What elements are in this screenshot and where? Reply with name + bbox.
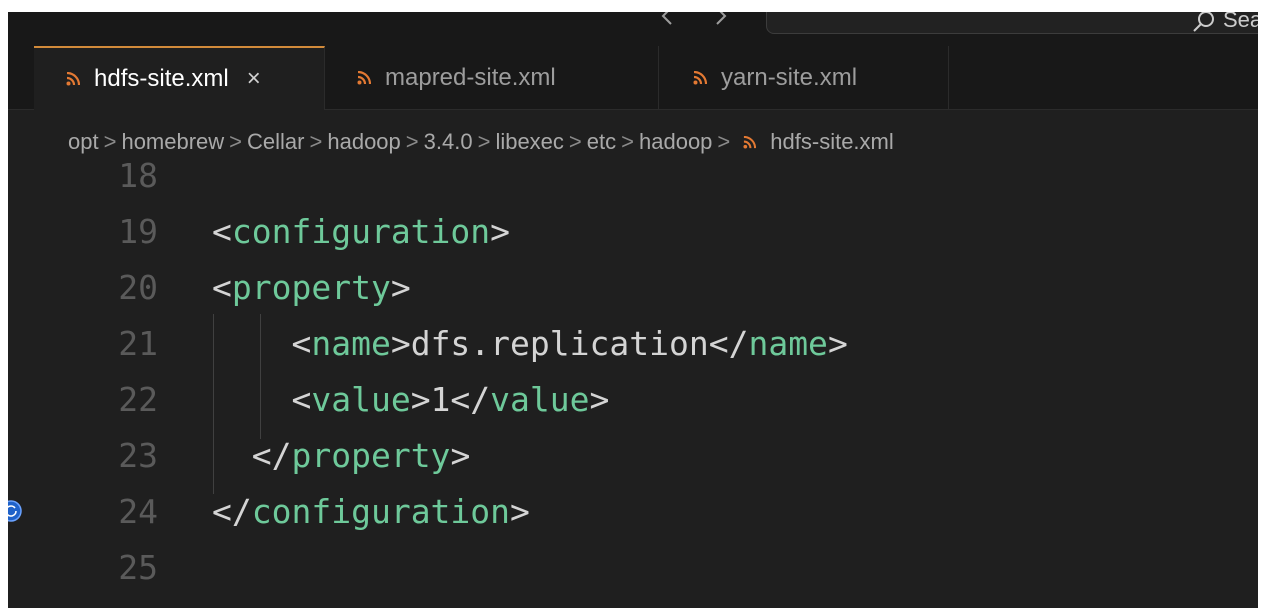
search-label: Sea [1223, 12, 1258, 32]
rss-xml-icon [743, 135, 757, 149]
tab-label: hdfs-site.xml [94, 65, 229, 92]
tab-label: yarn-site.xml [721, 64, 858, 91]
code-text: <configuration> [212, 204, 510, 260]
breadcrumb-item[interactable]: 3.4.0 [424, 129, 473, 155]
line-number: 24 [118, 492, 158, 531]
editor-tab-bar: hdfs-site.xml × mapred-site.xml yarn-sit… [8, 46, 1258, 110]
xml-punctuation: </ [212, 436, 292, 475]
rss-xml-icon [693, 71, 707, 85]
xml-tag-name: value [490, 380, 590, 419]
xml-tag-name: name [748, 324, 828, 363]
code-text: <value>1</value> [212, 372, 609, 428]
code-text: <property> [212, 260, 411, 316]
code-text: <name>dfs.replication</name> [212, 316, 848, 372]
xml-tag-name: property [291, 436, 451, 475]
xml-punctuation: > [510, 492, 530, 531]
line-number: 22 [118, 380, 158, 419]
rss-xml-icon [357, 71, 371, 85]
xml-tag-name: name [311, 324, 391, 363]
line-number: 20 [118, 268, 158, 307]
code-text: </configuration> [212, 484, 530, 540]
chevron-right-icon: > [477, 129, 491, 154]
xml-punctuation: < [212, 324, 312, 363]
chevron-right-icon: > [229, 129, 243, 154]
tab-mapred-site[interactable]: mapred-site.xml [325, 46, 659, 110]
xml-punctuation: > [390, 268, 411, 307]
xml-punctuation: </ [212, 492, 252, 531]
xml-punctuation: < [212, 268, 232, 307]
xml-punctuation: < [212, 380, 312, 419]
chevron-right-icon: > [309, 129, 323, 154]
xml-tag-name: value [311, 380, 411, 419]
arrow-left-icon[interactable] [656, 12, 680, 28]
xml-punctuation: >dfs.replication</ [390, 324, 749, 363]
tab-hdfs-site[interactable]: hdfs-site.xml × [34, 46, 325, 110]
chevron-right-icon: > [717, 129, 731, 154]
breadcrumb-item[interactable]: libexec [495, 129, 563, 155]
breadcrumb-item[interactable]: hadoop [639, 129, 712, 155]
xml-punctuation: > [450, 436, 471, 475]
tab-yarn-site[interactable]: yarn-site.xml [659, 46, 949, 110]
line-number: 18 [118, 156, 158, 195]
sync-icon[interactable] [8, 500, 22, 522]
breadcrumb-file[interactable]: hdfs-site.xml [770, 129, 893, 155]
arrow-right-icon[interactable] [708, 12, 732, 28]
close-icon[interactable]: × [247, 65, 261, 93]
xml-punctuation: > [589, 380, 610, 419]
chevron-right-icon: > [621, 129, 634, 154]
xml-tag-name: configuration [251, 492, 511, 531]
title-bar: Sea [8, 12, 1258, 46]
line-number: 25 [118, 548, 158, 587]
xml-punctuation: > [827, 324, 848, 363]
breadcrumb-item[interactable]: etc [587, 129, 616, 155]
breadcrumb: opt > homebrew > Cellar > hadoop > 3.4.0… [8, 110, 1258, 174]
command-center-search[interactable]: Sea [766, 12, 1258, 34]
chevron-right-icon: > [568, 129, 582, 154]
xml-tag-name: property [231, 268, 391, 307]
rss-xml-icon [66, 72, 80, 86]
code-text: </property> [212, 428, 471, 484]
tab-label: mapred-site.xml [385, 64, 556, 91]
breadcrumb-item[interactable]: hadoop [327, 129, 400, 155]
xml-punctuation: > [490, 212, 511, 251]
xml-tag-name: configuration [231, 212, 491, 251]
xml-punctuation: >1</ [410, 380, 491, 419]
line-number: 19 [118, 212, 158, 251]
code-editor[interactable]: 18 19 <configuration> 20 <property> 21 <name>… [8, 156, 1258, 608]
line-number: 21 [118, 324, 158, 363]
line-number: 23 [118, 436, 158, 475]
vscode-window: Sea hdfs-site.xml × mapred-site.xml yarn… [8, 12, 1258, 608]
xml-punctuation: < [212, 212, 232, 251]
breadcrumb-item[interactable]: Cellar [247, 129, 304, 155]
search-icon [1193, 12, 1214, 32]
chevron-right-icon: > [405, 129, 419, 154]
